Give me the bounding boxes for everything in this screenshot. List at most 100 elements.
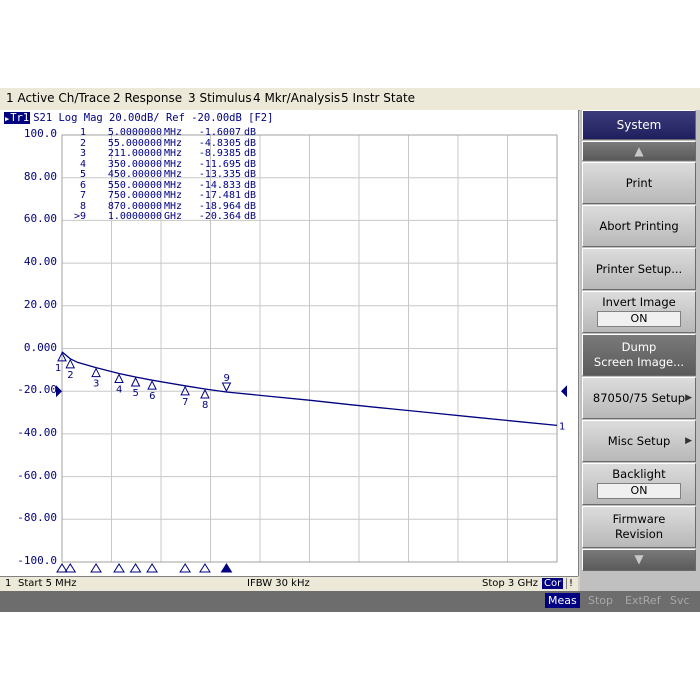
marker-table-row: >9 1.0000000 GHz -20.364 dB — [72, 211, 262, 223]
firmware-revision-button[interactable]: Firmware Revision — [582, 506, 696, 548]
svc-indicator: Svc — [670, 594, 690, 607]
marker-label: 3 — [93, 379, 99, 390]
marker-id: 1 — [79, 127, 86, 138]
invert-image-label: Invert Image — [602, 295, 676, 309]
trace-end-label: 1 — [559, 421, 565, 432]
marker-triangle-icon — [147, 380, 157, 390]
y-tick-label: -40.00 — [17, 425, 57, 439]
marker-value: -1.6007 — [198, 127, 241, 138]
y-tick-label: -60.00 — [17, 468, 57, 482]
softkey-title-system[interactable]: System — [582, 110, 696, 140]
setup-87050-button[interactable]: 87050/75 Setup ▶ — [582, 377, 696, 419]
marker-id: >9 — [73, 211, 86, 222]
marker-label: 9 — [223, 373, 229, 384]
stimulus-marker-icon — [129, 563, 142, 573]
menu-active-ch-trace[interactable]: 1 Active Ch/Trace — [6, 91, 110, 105]
extref-indicator: ExtRef — [625, 594, 661, 607]
marker-value: -17.481 — [198, 190, 241, 201]
trace-header: Tr1S21 Log Mag 20.00dB/ Ref -20.00dB [F2… — [4, 112, 273, 124]
printer-setup-button[interactable]: Printer Setup... — [582, 248, 696, 290]
marker-label: 5 — [133, 388, 139, 399]
marker-table-row: 7 750.00000 MHz -17.481 dB — [72, 190, 262, 202]
stimulus-marker-icon — [220, 563, 233, 573]
triangle-up-icon: ▲ — [634, 144, 644, 158]
marker-frequency-unit: MHz — [164, 148, 183, 159]
marker-id: 7 — [79, 190, 86, 201]
marker-table-row: 1 5.0000000 MHz -1.6007 dB — [72, 127, 262, 139]
menu-response[interactable]: 2 Response — [113, 91, 182, 105]
marker-triangle-icon — [114, 373, 124, 383]
y-tick-label: -80.00 — [17, 511, 57, 525]
trace-badge[interactable]: Tr1 — [4, 112, 31, 124]
marker-value: -13.335 — [198, 169, 241, 180]
correction-badge: Cor — [542, 578, 564, 589]
y-tick-label: 20.00 — [23, 297, 57, 311]
marker-table-row: 5 450.00000 MHz -13.335 dB — [72, 169, 262, 181]
marker-value-unit: dB — [244, 211, 257, 222]
triangle-right-icon: ▶ — [685, 393, 692, 403]
menu-bar: 1 Active Ch/Trace 2 Response 3 Stimulus … — [0, 88, 700, 111]
stimulus-marker-icon — [113, 563, 125, 573]
stop-frequency[interactable]: Stop 3 GHz — [482, 578, 538, 589]
marker-table-row: 3 211.00000 MHz -8.9385 dB — [72, 148, 262, 160]
triangle-down-icon: ▼ — [634, 552, 644, 566]
abort-printing-label: Abort Printing — [599, 219, 679, 233]
marker-value-unit: dB — [244, 190, 257, 201]
scroll-up-button[interactable]: ▲ — [582, 141, 696, 161]
triangle-right-icon: ▶ — [685, 436, 692, 446]
menu-instr-state[interactable]: 5 Instr State — [341, 91, 415, 105]
softkey-panel: System ▲ Print Abort Printing Printer Se… — [580, 110, 700, 591]
misc-setup-button[interactable]: Misc Setup ▶ — [582, 420, 696, 462]
marker-frequency-unit: MHz — [164, 190, 183, 201]
print-button[interactable]: Print — [582, 162, 696, 204]
softkey-title-label: System — [616, 118, 662, 132]
stop-indicator: Stop — [588, 594, 614, 607]
marker-frequency-unit: MHz — [164, 169, 183, 180]
stimulus-marker-icon — [146, 563, 158, 573]
marker-label: 1 — [55, 363, 61, 374]
channel-number: 1 — [5, 578, 12, 589]
marker-frequency-unit: GHz — [164, 211, 183, 222]
y-tick-label: 0.000 — [23, 340, 57, 354]
y-tick-label: -20.00 — [17, 383, 57, 397]
dump-label: Dump — [621, 340, 657, 354]
warning-indicator: ! — [566, 578, 573, 589]
revision-label: Revision — [614, 527, 664, 541]
marker-id: 3 — [79, 148, 86, 159]
menu-stimulus[interactable]: 3 Stimulus — [188, 91, 252, 105]
firmware-label: Firmware — [612, 512, 666, 526]
marker-label: 4 — [116, 384, 122, 395]
menu-mkr-analysis[interactable]: 4 Mkr/Analysis — [253, 91, 340, 105]
marker-frequency-unit: MHz — [164, 127, 183, 138]
marker-frequency: 5.0000000 — [107, 127, 162, 138]
marker-value-unit: dB — [244, 148, 257, 159]
ref-level-right-icon — [561, 385, 567, 398]
y-tick-label: 60.00 — [23, 212, 57, 226]
meas-indicator: Meas — [545, 593, 580, 608]
ifbw-value[interactable]: IFBW 30 kHz — [247, 578, 310, 589]
abort-printing-button[interactable]: Abort Printing — [582, 205, 696, 247]
marker-label: 8 — [202, 400, 208, 411]
marker-frequency: 750.00000 — [107, 190, 162, 201]
stimulus-marker-icon — [90, 563, 102, 573]
scroll-down-button[interactable]: ▼ — [582, 549, 696, 571]
print-label: Print — [625, 176, 653, 190]
trace-settings-text: S21 Log Mag 20.00dB/ Ref -20.00dB [F2] — [33, 112, 274, 124]
backlight-button[interactable]: Backlight ON — [582, 463, 696, 505]
marker-frequency: 450.00000 — [107, 169, 162, 180]
status-bar: 1 Start 5 MHz IFBW 30 kHz Stop 3 GHz Cor… — [0, 576, 578, 592]
stimulus-marker-icon — [179, 563, 192, 573]
marker-triangle-icon — [221, 382, 232, 393]
y-tick-label: 100.0 — [23, 127, 57, 140]
instrument-status-bar: Meas Stop ExtRef Svc — [0, 591, 700, 612]
invert-image-button[interactable]: Invert Image ON — [582, 291, 696, 333]
screen-image-label: Screen Image... — [593, 355, 685, 369]
marker-table: 1 5.0000000 MHz -1.6007 dB 2 55.000000 MHz -4.83… — [72, 127, 262, 223]
marker-value: -20.364 — [198, 211, 241, 222]
start-frequency[interactable]: Start 5 MHz — [18, 578, 77, 589]
marker-label: 2 — [67, 370, 73, 381]
marker-frequency: 211.00000 — [107, 148, 162, 159]
stimulus-marker-icon — [199, 563, 211, 573]
dump-screen-image-button[interactable]: Dump Screen Image... — [582, 334, 696, 376]
marker-triangle-icon — [130, 376, 141, 387]
